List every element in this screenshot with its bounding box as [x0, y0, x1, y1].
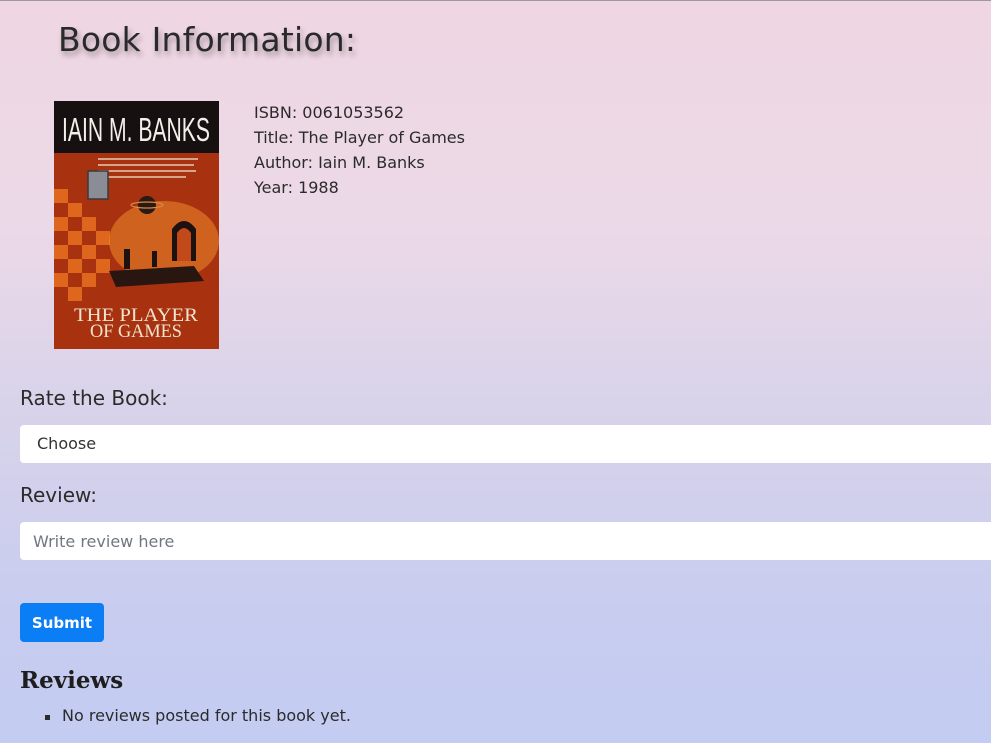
year-text: Year: 1988: [254, 178, 339, 197]
review-label: Review:: [20, 483, 98, 507]
rating-select[interactable]: Choose: [20, 425, 991, 463]
page-title: Book Information:: [58, 20, 357, 59]
book-details: ISBN: 0061053562 Title: The Player of Ga…: [254, 100, 465, 200]
rate-label: Rate the Book:: [20, 386, 168, 410]
submit-button[interactable]: Submit: [20, 603, 104, 642]
book-cover-image: IAIN M. BANKS THE PLAYER OF GAMES: [54, 101, 219, 349]
list-item: No reviews posted for this book yet.: [44, 706, 351, 725]
author-text: Author: Iain M. Banks: [254, 153, 425, 172]
empty-reviews-text: No reviews posted for this book yet.: [62, 706, 351, 725]
cover-title-line2: OF GAMES: [90, 321, 182, 342]
top-border: [0, 0, 991, 1]
bullet-icon: [45, 715, 50, 720]
reviews-list: No reviews posted for this book yet.: [44, 706, 351, 725]
reviews-heading: Reviews: [20, 667, 124, 694]
isbn-text: ISBN: 0061053562: [254, 103, 405, 122]
cover-author-text: IAIN M. BANKS: [62, 111, 210, 148]
review-input[interactable]: [20, 522, 991, 560]
title-text: Title: The Player of Games: [254, 128, 465, 147]
